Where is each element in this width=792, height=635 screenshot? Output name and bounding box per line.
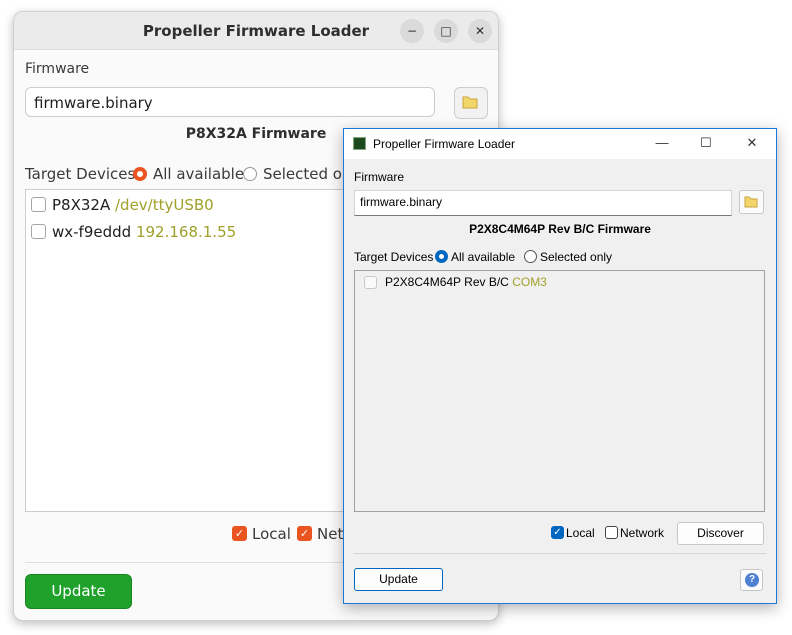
local-label[interactable]: Local bbox=[566, 526, 595, 540]
browse-firmware-button[interactable] bbox=[454, 87, 488, 119]
selected-only-radio[interactable] bbox=[243, 167, 257, 181]
device-port: 192.168.1.55 bbox=[135, 223, 237, 241]
chip-icon bbox=[353, 137, 366, 150]
network-label[interactable]: Network bbox=[620, 526, 664, 540]
target-devices-label: Target Devices bbox=[354, 250, 434, 264]
network-checkbox[interactable] bbox=[605, 526, 618, 539]
firmware-input[interactable]: firmware.binary bbox=[25, 87, 435, 117]
help-icon: ? bbox=[745, 573, 759, 587]
front-titlebar[interactable]: Propeller Firmware Loader — ☐ ✕ bbox=[344, 129, 776, 159]
back-window-title: Propeller Firmware Loader bbox=[142, 22, 370, 40]
folder-icon bbox=[462, 96, 478, 109]
local-label[interactable]: Local bbox=[252, 525, 291, 543]
update-button[interactable]: Update bbox=[354, 568, 443, 591]
device-checkbox[interactable] bbox=[364, 276, 377, 289]
device-port: COM3 bbox=[512, 275, 547, 289]
front-window-title: Propeller Firmware Loader bbox=[373, 137, 516, 151]
firmware-label: Firmware bbox=[25, 61, 90, 77]
list-item[interactable]: P8X32A /dev/ttyUSB0 bbox=[52, 196, 214, 214]
all-available-radio[interactable] bbox=[133, 167, 147, 181]
firmware-label: Firmware bbox=[354, 170, 404, 184]
browse-firmware-button[interactable] bbox=[739, 190, 764, 214]
local-checkbox[interactable]: ✓ bbox=[232, 526, 247, 541]
close-button[interactable]: ✕ bbox=[468, 19, 492, 43]
folder-icon bbox=[744, 196, 758, 208]
update-button[interactable]: Update bbox=[25, 574, 132, 609]
target-devices-label: Target Devices bbox=[25, 165, 136, 183]
minimize-button[interactable]: — bbox=[652, 135, 672, 150]
device-name: wx-f9eddd bbox=[52, 223, 132, 241]
selected-only-radio[interactable] bbox=[524, 250, 537, 263]
selected-only-label[interactable]: Selected only bbox=[540, 250, 612, 264]
all-available-label[interactable]: All available bbox=[153, 165, 244, 183]
device-checkbox[interactable] bbox=[31, 224, 46, 239]
back-titlebar[interactable]: Propeller Firmware Loader − □ ✕ bbox=[14, 12, 498, 50]
minimize-button[interactable]: − bbox=[400, 19, 424, 43]
divider bbox=[354, 553, 766, 554]
maximize-button[interactable]: ☐ bbox=[696, 135, 716, 151]
firmware-type-label: P2X8C4M64P Rev B/C Firmware bbox=[469, 222, 651, 236]
device-port: /dev/ttyUSB0 bbox=[115, 196, 214, 214]
help-button[interactable]: ? bbox=[740, 569, 763, 591]
list-item[interactable]: P2X8C4M64P Rev B/C COM3 bbox=[385, 275, 547, 289]
discover-button[interactable]: Discover bbox=[677, 522, 764, 545]
network-checkbox[interactable]: ✓ bbox=[297, 526, 312, 541]
device-name: P2X8C4M64P Rev B/C bbox=[385, 275, 509, 289]
device-name: P8X32A bbox=[52, 196, 111, 214]
local-checkbox[interactable]: ✓ bbox=[551, 526, 564, 539]
device-checkbox[interactable] bbox=[31, 197, 46, 212]
maximize-button[interactable]: □ bbox=[434, 19, 458, 43]
front-window: Propeller Firmware Loader — ☐ ✕ Firmware… bbox=[343, 128, 777, 604]
selected-only-label[interactable]: Selected onl bbox=[263, 165, 356, 183]
close-button[interactable]: ✕ bbox=[742, 135, 762, 151]
firmware-input[interactable]: firmware.binary bbox=[354, 190, 732, 216]
all-available-label[interactable]: All available bbox=[451, 250, 515, 264]
all-available-radio[interactable] bbox=[435, 250, 448, 263]
device-list[interactable]: P2X8C4M64P Rev B/C COM3 bbox=[354, 270, 765, 512]
list-item[interactable]: wx-f9eddd 192.168.1.55 bbox=[52, 223, 236, 241]
